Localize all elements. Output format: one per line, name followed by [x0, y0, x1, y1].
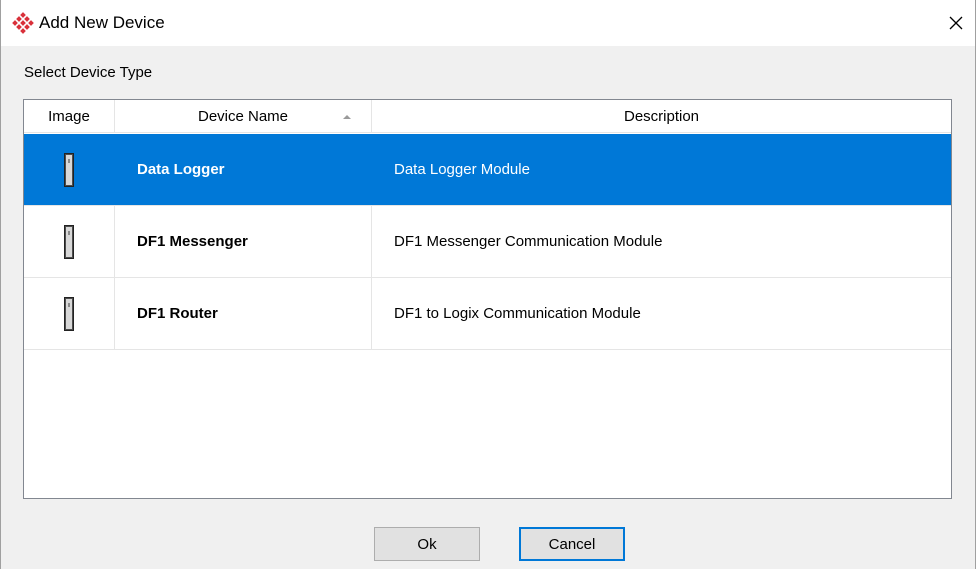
list-rows: Data Logger Data Logger Module DF1 Messe…: [24, 134, 951, 350]
device-module-icon: [64, 296, 74, 331]
add-new-device-dialog: Add New Device Select Device Type Image …: [0, 0, 976, 569]
column-header-label: Image: [48, 108, 90, 125]
row-image-cell: [24, 278, 115, 349]
row-device-name: DF1 Router: [115, 278, 372, 349]
close-icon: [949, 16, 963, 30]
column-header-image[interactable]: Image: [24, 100, 115, 133]
device-module-icon: [64, 152, 74, 187]
row-description: DF1 Messenger Communication Module: [394, 233, 663, 250]
dialog-button-bar: Ok Cancel: [1, 520, 975, 561]
row-image-cell: [24, 134, 115, 205]
device-type-list[interactable]: Image Device Name Description Data Logge…: [23, 99, 952, 499]
ok-button[interactable]: Ok: [374, 527, 480, 561]
sort-ascending-icon: [343, 115, 351, 119]
column-header-device-name[interactable]: Device Name: [115, 100, 372, 133]
select-device-type-label: Select Device Type: [24, 64, 153, 81]
window-title: Add New Device: [39, 13, 165, 32]
table-row[interactable]: DF1 Router DF1 to Logix Communication Mo…: [24, 278, 951, 350]
row-device-name: DF1 Messenger: [115, 206, 372, 277]
row-device-name: Data Logger: [115, 134, 372, 205]
column-header-label: Description: [623, 108, 700, 125]
close-button[interactable]: [939, 6, 973, 40]
list-header: Image Device Name Description: [24, 100, 951, 133]
column-header-description[interactable]: Description: [372, 100, 951, 133]
row-description: Data Logger Module: [394, 161, 530, 178]
table-row[interactable]: DF1 Messenger DF1 Messenger Communicatio…: [24, 206, 951, 278]
row-description: DF1 to Logix Communication Module: [394, 305, 641, 322]
cancel-button[interactable]: Cancel: [519, 527, 625, 561]
row-image-cell: [24, 206, 115, 277]
title-bar: Add New Device: [1, 0, 975, 46]
table-row[interactable]: Data Logger Data Logger Module: [24, 134, 951, 206]
column-header-label: Device Name: [197, 108, 289, 125]
device-module-icon: [64, 224, 74, 259]
app-logo-icon: [12, 12, 34, 34]
